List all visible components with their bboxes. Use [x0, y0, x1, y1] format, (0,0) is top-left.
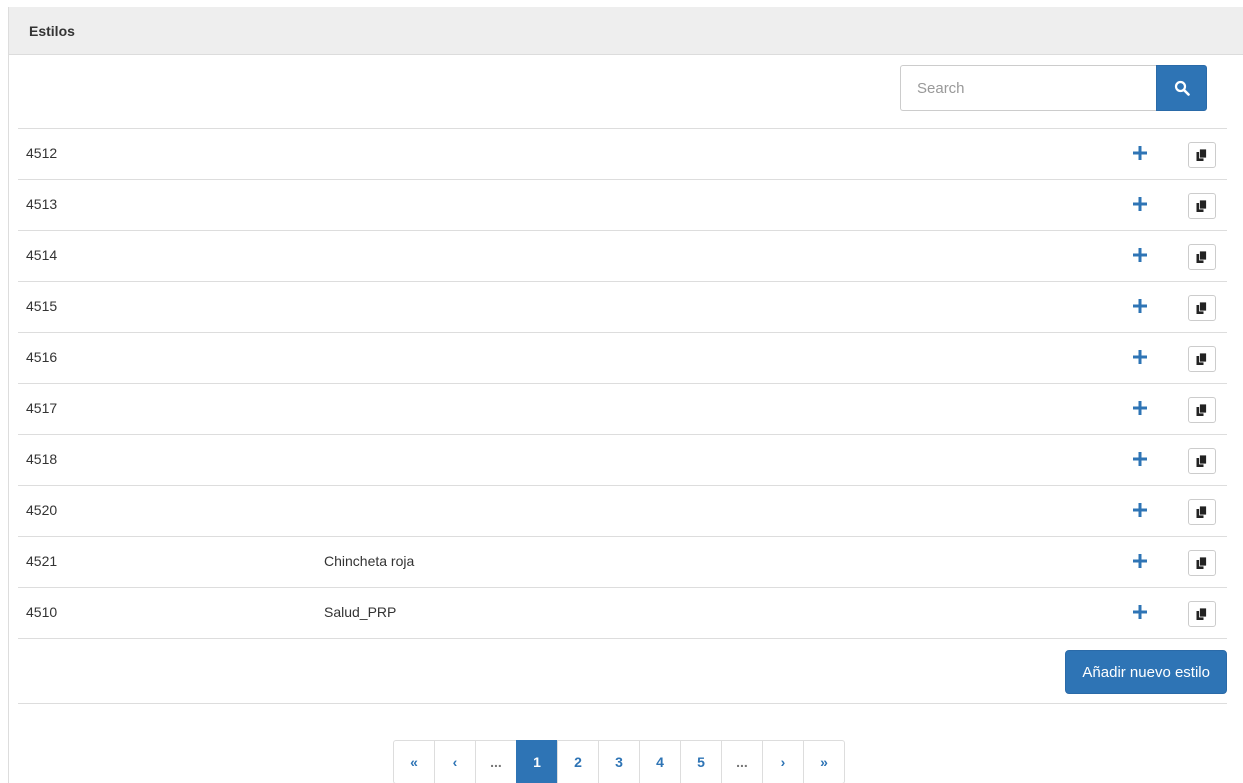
- plus-icon: [1133, 146, 1147, 160]
- copy-icon: [1196, 200, 1207, 212]
- copy-icon: [1196, 506, 1207, 518]
- row-id: 4512: [26, 145, 58, 161]
- pagination-next[interactable]: ›: [762, 740, 804, 783]
- pagination-page[interactable]: 4: [639, 740, 681, 783]
- copy-button[interactable]: [1188, 295, 1216, 321]
- pagination-prev[interactable]: ‹: [434, 740, 476, 783]
- copy-button[interactable]: [1188, 346, 1216, 372]
- search-icon: [1174, 80, 1190, 96]
- add-button[interactable]: [1128, 192, 1152, 216]
- copy-button[interactable]: [1188, 142, 1216, 168]
- add-button[interactable]: [1128, 396, 1152, 420]
- table-row: 4518: [18, 434, 1227, 485]
- copy-icon: [1196, 302, 1207, 314]
- pagination-page[interactable]: 1: [516, 740, 558, 783]
- row-id: 4520: [26, 502, 58, 518]
- pagination-first[interactable]: «: [393, 740, 435, 783]
- copy-button[interactable]: [1188, 397, 1216, 423]
- plus-icon: [1133, 299, 1147, 313]
- copy-button[interactable]: [1188, 550, 1216, 576]
- row-id: 4521: [26, 553, 58, 569]
- table-row: 4521 Chincheta roja: [18, 536, 1227, 587]
- plus-icon: [1133, 248, 1147, 262]
- table-row: 4512: [18, 128, 1227, 179]
- row-id: 4516: [26, 349, 58, 365]
- add-button[interactable]: [1128, 600, 1152, 624]
- copy-button[interactable]: [1188, 193, 1216, 219]
- table-footer: Añadir nuevo estilo: [18, 638, 1227, 704]
- row-id: 4514: [26, 247, 58, 263]
- copy-button[interactable]: [1188, 601, 1216, 627]
- add-button[interactable]: [1128, 549, 1152, 573]
- copy-button[interactable]: [1188, 499, 1216, 525]
- plus-icon: [1133, 401, 1147, 415]
- pagination-page[interactable]: 2: [557, 740, 599, 783]
- add-button[interactable]: [1128, 498, 1152, 522]
- pagination-ellipsis[interactable]: ...: [721, 740, 763, 783]
- plus-icon: [1133, 350, 1147, 364]
- copy-icon: [1196, 353, 1207, 365]
- row-id: 4518: [26, 451, 58, 467]
- add-button[interactable]: [1128, 141, 1152, 165]
- table-row: 4517: [18, 383, 1227, 434]
- plus-icon: [1133, 503, 1147, 517]
- panel-heading: Estilos: [9, 7, 1243, 55]
- row-name: Chincheta roja: [324, 553, 415, 569]
- copy-button[interactable]: [1188, 448, 1216, 474]
- add-button[interactable]: [1128, 243, 1152, 267]
- table-row: 4515: [18, 281, 1227, 332]
- pagination-ellipsis[interactable]: ...: [475, 740, 517, 783]
- pagination-page[interactable]: 3: [598, 740, 640, 783]
- plus-icon: [1133, 605, 1147, 619]
- copy-icon: [1196, 608, 1207, 620]
- add-button[interactable]: [1128, 294, 1152, 318]
- table-row: 4520: [18, 485, 1227, 536]
- table-row: 4513: [18, 179, 1227, 230]
- pagination: «‹... 1 2 3 4 5... ›»: [393, 740, 845, 783]
- styles-table: 4512 4513 4514 4515 4516 4517 4518 4520 …: [18, 128, 1227, 638]
- copy-icon: [1196, 149, 1207, 161]
- search-button[interactable]: [1156, 65, 1207, 111]
- plus-icon: [1133, 554, 1147, 568]
- copy-icon: [1196, 557, 1207, 569]
- pagination-last[interactable]: »: [803, 740, 845, 783]
- row-id: 4510: [26, 604, 58, 620]
- search-group: [900, 65, 1207, 111]
- copy-button[interactable]: [1188, 244, 1216, 270]
- plus-icon: [1133, 452, 1147, 466]
- table-row: 4510 Salud_PRP: [18, 587, 1227, 638]
- add-button[interactable]: [1128, 447, 1152, 471]
- row-name: Salud_PRP: [324, 604, 397, 620]
- copy-icon: [1196, 455, 1207, 467]
- panel-title: Estilos: [29, 22, 75, 39]
- table-row: 4514: [18, 230, 1227, 281]
- table-row: 4516: [18, 332, 1227, 383]
- row-id: 4515: [26, 298, 58, 314]
- plus-icon: [1133, 197, 1147, 211]
- copy-icon: [1196, 404, 1207, 416]
- add-new-style-button[interactable]: Añadir nuevo estilo: [1065, 650, 1227, 694]
- add-button[interactable]: [1128, 345, 1152, 369]
- search-input[interactable]: [900, 65, 1156, 111]
- row-id: 4513: [26, 196, 58, 212]
- pagination-page[interactable]: 5: [680, 740, 722, 783]
- copy-icon: [1196, 251, 1207, 263]
- row-id: 4517: [26, 400, 58, 416]
